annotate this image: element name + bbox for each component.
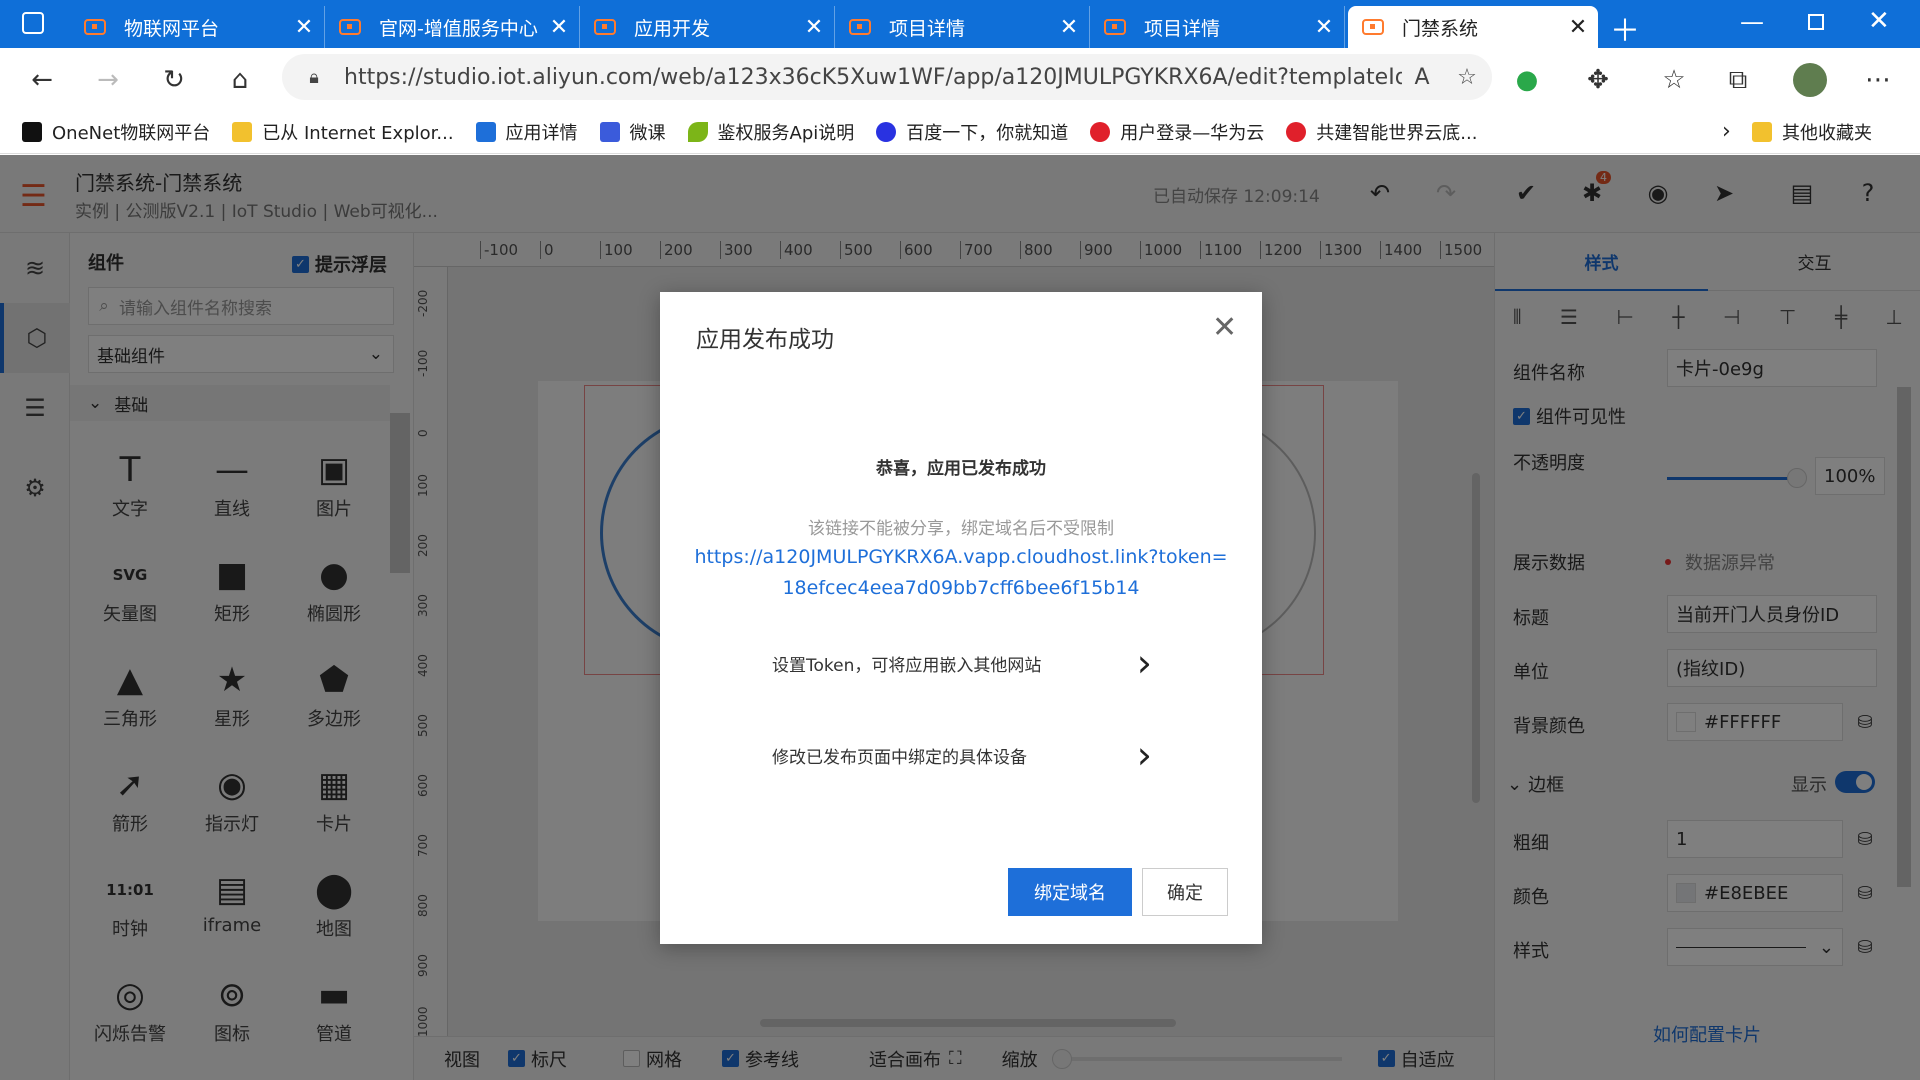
chevron-right-icon[interactable]: › bbox=[1722, 119, 1731, 144]
close-window-icon[interactable]: ✕ bbox=[1868, 6, 1890, 36]
close-tab-icon[interactable]: ✕ bbox=[1049, 15, 1089, 40]
bookmark-label: 应用详情 bbox=[505, 122, 578, 144]
notice-text: 该链接不能被分享，绑定域名后不受限制 bbox=[808, 519, 1114, 539]
extension-icon[interactable]: ● bbox=[1505, 58, 1549, 102]
tab-label: 项目详情 bbox=[1144, 17, 1221, 40]
browser-tab[interactable]: 项目详情 ✕ bbox=[835, 6, 1090, 48]
close-tab-icon[interactable]: ✕ bbox=[539, 15, 579, 40]
add-favorite-icon[interactable]: ☆ bbox=[1442, 65, 1492, 90]
bind-domain-button[interactable]: 绑定域名 bbox=[1008, 868, 1132, 916]
option-label: 设置Token，可将应用嵌入其他网站 bbox=[772, 655, 1042, 676]
bookmarks-bar: OneNet物联网平台 已从 Internet Explor... 应用详情 微… bbox=[0, 110, 1920, 154]
token-option[interactable]: 设置Token，可将应用嵌入其他网站 › bbox=[772, 638, 1152, 688]
browser-tab[interactable]: 官网-增值服务中心 ✕ bbox=[325, 6, 580, 48]
home-icon[interactable]: ⌂ bbox=[218, 58, 262, 102]
publish-success-dialog: 应用发布成功 ✕ 恭喜，应用已发布成功 该链接不能被分享，绑定域名后不受限制 h… bbox=[660, 292, 1262, 944]
favorites-icon[interactable]: ☆ bbox=[1652, 58, 1696, 102]
back-icon[interactable]: ← bbox=[20, 58, 64, 102]
bookmark[interactable]: 已从 Internet Explor... bbox=[232, 119, 454, 145]
bookmark[interactable]: 用户登录—华为云 bbox=[1090, 119, 1264, 145]
tab-label: 物联网平台 bbox=[124, 17, 220, 40]
close-icon[interactable]: ✕ bbox=[1212, 310, 1237, 345]
bookmark-favicon-icon bbox=[475, 121, 496, 142]
browser-tab[interactable]: 项目详情 ✕ bbox=[1090, 6, 1345, 48]
close-tab-icon[interactable]: ✕ bbox=[1304, 15, 1344, 40]
folder-icon bbox=[1752, 121, 1772, 142]
bookmark[interactable]: 鉴权服务Api说明 bbox=[687, 119, 855, 145]
tab-label: 应用开发 bbox=[634, 17, 711, 40]
bookmark[interactable]: 应用详情 bbox=[475, 119, 578, 145]
huawei-icon bbox=[1286, 121, 1307, 142]
close-tab-icon[interactable]: ✕ bbox=[794, 15, 834, 40]
bookmark-label: 百度一下，你就知道 bbox=[906, 122, 1069, 144]
bookmark-label: 鉴权服务Api说明 bbox=[717, 122, 855, 144]
huawei-icon bbox=[1090, 121, 1111, 142]
tab-actions-icon[interactable] bbox=[22, 12, 44, 34]
bookmark-label: 微课 bbox=[629, 122, 666, 144]
bookmark[interactable]: OneNet物联网平台 bbox=[22, 119, 210, 145]
bookmark-label: 已从 Internet Explor... bbox=[262, 122, 454, 144]
bookmark-label: 共建智能世界云底... bbox=[1316, 122, 1478, 144]
tab-favicon-icon bbox=[339, 19, 361, 35]
congrats-text: 恭喜，应用已发布成功 bbox=[876, 459, 1046, 479]
new-tab-icon[interactable]: ＋ bbox=[1610, 6, 1640, 50]
extensions-icon[interactable]: ✥ bbox=[1576, 58, 1620, 102]
refresh-icon[interactable]: ↻ bbox=[152, 58, 196, 102]
device-option[interactable]: 修改已发布页面中绑定的具体设备 › bbox=[772, 730, 1152, 780]
browser-tab-bar: 物联网平台 ✕ 官网-增值服务中心 ✕ 应用开发 ✕ 项目详情 ✕ 项目详情 ✕ 门禁系统… bbox=[0, 0, 1920, 50]
bookmark[interactable]: 共建智能世界云底... bbox=[1286, 119, 1477, 145]
close-tab-icon[interactable]: ✕ bbox=[284, 15, 324, 40]
more-icon[interactable]: ⋯ bbox=[1856, 58, 1900, 102]
ok-button[interactable]: 确定 bbox=[1142, 868, 1228, 916]
bookmark-label: OneNet物联网平台 bbox=[52, 122, 211, 144]
tab-favicon-icon bbox=[84, 19, 106, 35]
link-line: https://a120JMULPGYKRX6A.vapp.cloudhost.… bbox=[694, 546, 1228, 568]
url-text[interactable]: https://studio.iot.aliyun.com/web/a123x3… bbox=[344, 65, 1402, 90]
dialog-title: 应用发布成功 bbox=[696, 327, 834, 353]
published-link[interactable]: https://a120JMULPGYKRX6A.vapp.cloudhost.… bbox=[660, 542, 1262, 604]
read-aloud-icon[interactable]: A bbox=[1402, 65, 1442, 90]
tab-favicon-icon bbox=[849, 19, 871, 35]
restore-icon[interactable] bbox=[1808, 14, 1824, 30]
bookmark[interactable]: 百度一下，你就知道 bbox=[876, 119, 1068, 145]
tab-label: 项目详情 bbox=[889, 17, 966, 40]
bookmark-label: 其他收藏夹 bbox=[1782, 122, 1872, 144]
browser-tab[interactable]: 物联网平台 ✕ bbox=[70, 6, 325, 48]
leaf-icon bbox=[687, 121, 708, 142]
tab-favicon-icon bbox=[594, 19, 616, 35]
bookmark-favicon-icon bbox=[22, 121, 42, 142]
tab-favicon-icon bbox=[1362, 19, 1384, 35]
bookmark-label: 用户登录—华为云 bbox=[1120, 122, 1265, 144]
option-label: 修改已发布页面中绑定的具体设备 bbox=[772, 747, 1027, 768]
bookmark[interactable]: 微课 bbox=[599, 119, 666, 145]
lock-icon: 🔒︎ bbox=[309, 66, 319, 88]
chevron-right-icon: › bbox=[1136, 733, 1152, 777]
url-bar[interactable]: 🔒︎ https://studio.iot.aliyun.com/web/a12… bbox=[282, 54, 1492, 100]
minimize-icon[interactable]: — bbox=[1740, 8, 1764, 36]
bookmark-favicon-icon bbox=[599, 121, 620, 142]
tab-favicon-icon bbox=[1104, 19, 1126, 35]
tab-label: 官网-增值服务中心 bbox=[379, 17, 538, 40]
tab-label: 门禁系统 bbox=[1402, 17, 1479, 40]
browser-tab-active[interactable]: 门禁系统 ✕ bbox=[1348, 6, 1598, 48]
link-line: 18efcec4eea7d09bb7cff6bee6f15b14 bbox=[782, 577, 1140, 599]
folder-icon bbox=[232, 121, 253, 142]
baidu-icon bbox=[876, 121, 897, 142]
other-bookmarks[interactable]: 其他收藏夹 bbox=[1752, 119, 1872, 145]
browser-tab[interactable]: 应用开发 ✕ bbox=[580, 6, 835, 48]
profile-avatar[interactable] bbox=[1788, 58, 1832, 102]
forward-icon[interactable]: → bbox=[86, 58, 130, 102]
chevron-right-icon: › bbox=[1136, 641, 1152, 685]
collections-icon[interactable]: ⧉ bbox=[1716, 58, 1760, 102]
close-tab-icon[interactable]: ✕ bbox=[1558, 15, 1598, 40]
